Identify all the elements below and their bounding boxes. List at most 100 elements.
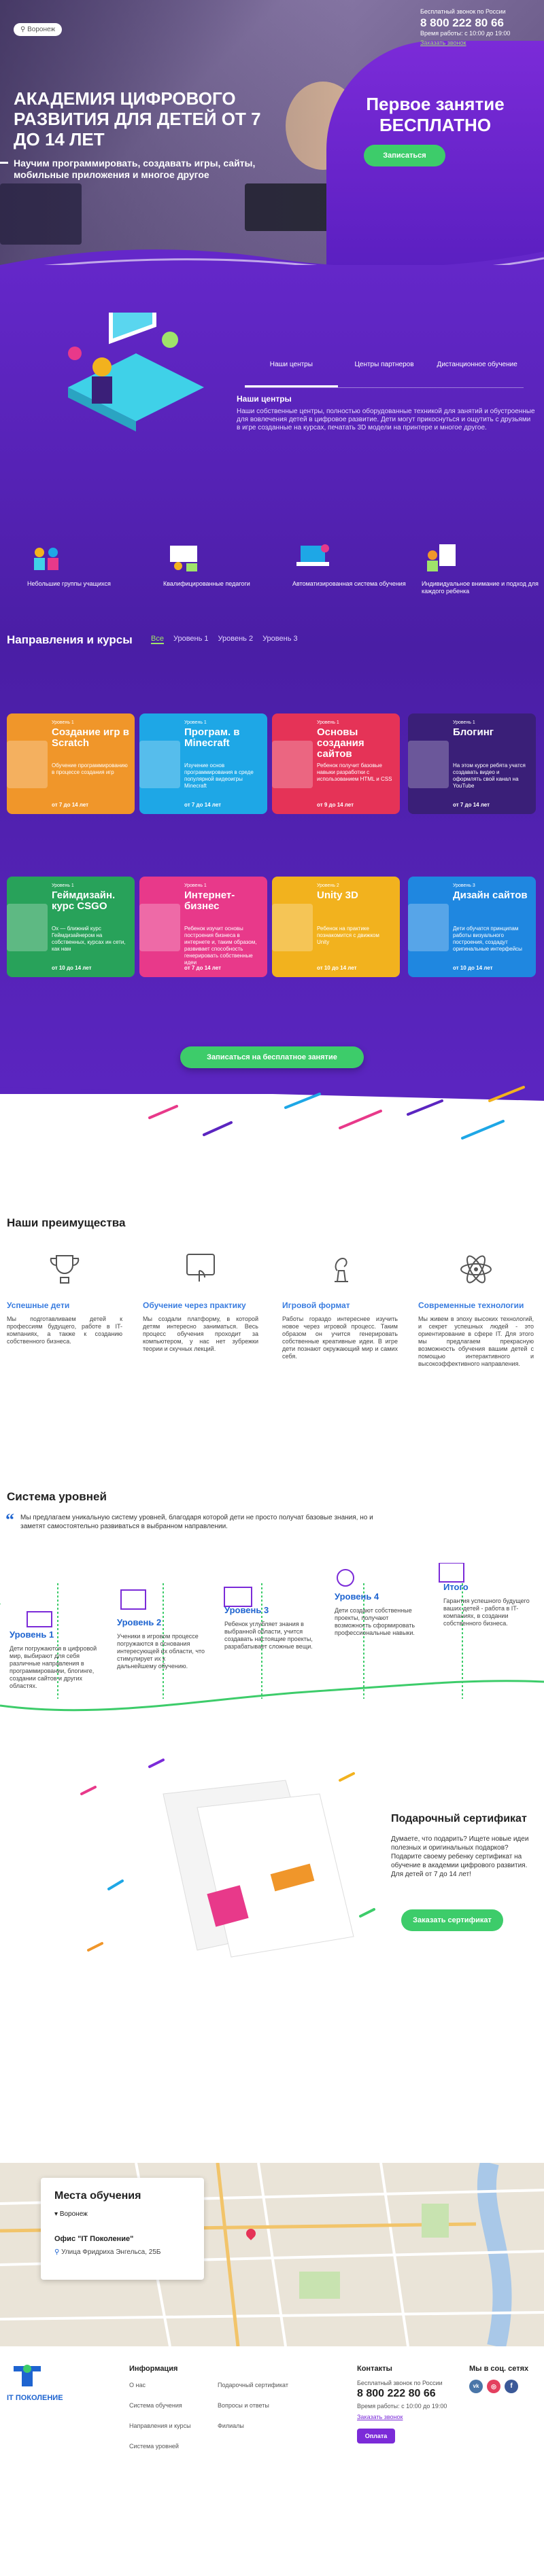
- free-call-label: Бесплатный звонок по России: [420, 8, 506, 15]
- course-level: Уровень 1: [52, 883, 74, 888]
- signup-button[interactable]: Записаться: [364, 145, 445, 166]
- level-step: Итого Гарантия успешного будущего ваших …: [443, 1582, 532, 1627]
- course-image: [408, 741, 449, 788]
- level-tab-2[interactable]: Уровень 2: [218, 635, 254, 644]
- trophy-icon: [50, 1255, 80, 1284]
- logo-icon: [14, 2365, 41, 2386]
- course-desc: Обучение программированию в процессе соз…: [52, 762, 128, 775]
- instagram-icon[interactable]: ◎: [487, 2380, 500, 2393]
- centers-tabs: Наши центры Центры партнеров Дистанционн…: [245, 357, 524, 388]
- footer-link[interactable]: Система уровней: [129, 2443, 179, 2450]
- footer-callback[interactable]: Заказать звонок: [357, 2414, 403, 2420]
- directions-bottom-divider: [0, 1080, 544, 1140]
- advantage-title: Современные технологии: [418, 1301, 524, 1310]
- facebook-icon[interactable]: f: [505, 2380, 518, 2393]
- course-card[interactable]: Уровень 1 Основы создания сайтов Ребенок п…: [272, 713, 400, 814]
- callback-link[interactable]: Заказать звонок: [420, 39, 510, 46]
- level-step-desc: Гарантия успешного будущего ваших детей …: [443, 1598, 530, 1627]
- footer-link[interactable]: Направления и курсы: [129, 2422, 191, 2429]
- laptop-icon: [296, 544, 329, 566]
- course-card[interactable]: Уровень 3 Дизайн сайтов Дети обучатся прин…: [408, 877, 536, 977]
- level-tab-3[interactable]: Уровень 3: [262, 635, 298, 644]
- course-level: Уровень 1: [453, 720, 475, 725]
- advantage-item: Успешные дети Мы подготавливаем детей к …: [7, 1250, 122, 1345]
- office-address: ⚲ Улица Фридриха Энгельса, 25Б: [54, 2248, 160, 2256]
- directions-section: [0, 646, 544, 1094]
- tab-our-centers[interactable]: Наши центры: [245, 357, 338, 387]
- tab-partner-centers[interactable]: Центры партнеров: [338, 357, 431, 387]
- course-card[interactable]: Уровень 1 Создание игр в Scratch Обучение …: [7, 713, 135, 814]
- advantage-title: Обучение через практику: [143, 1301, 246, 1310]
- course-desc: Ребенок на практике познакомится с движк…: [317, 925, 379, 945]
- level-step-desc: Дети создают собственные проекты, получа…: [335, 1607, 415, 1636]
- course-desc: Ребенок получит базовые навыки разработк…: [317, 762, 392, 782]
- footer-link[interactable]: О нас: [129, 2382, 146, 2388]
- hero-subtitle: Научим программировать, создавать игры, …: [0, 158, 258, 181]
- directions-heading: Направления и курсы: [7, 633, 133, 646]
- course-image: [272, 904, 313, 951]
- level-tab-1[interactable]: Уровень 1: [173, 635, 209, 644]
- free-lesson-button[interactable]: Записаться на бесплатное занятие: [180, 1046, 364, 1068]
- certificate-illustration: [80, 1759, 375, 1958]
- advantages-heading: Наши преимущества: [7, 1216, 126, 1229]
- pay-button[interactable]: Оплата: [357, 2429, 395, 2443]
- course-desc: Изучение основ программирования в среде …: [184, 762, 254, 789]
- course-card[interactable]: Уровень 1 Геймдизайн. курс CSGO Ох — ближн…: [7, 877, 135, 977]
- level-step: Уровень 1 Дети погружаются в цифровой ми…: [10, 1629, 98, 1690]
- feature-individual: Индивидуальное внимание и подход для каж…: [422, 540, 544, 595]
- quote-icon: “: [5, 1510, 14, 1530]
- course-level: Уровень 3: [453, 883, 475, 888]
- city-selector[interactable]: ⚲ Воронеж: [14, 23, 63, 36]
- course-image: [139, 741, 180, 788]
- course-card[interactable]: Уровень 1 Блогинг На этом курсе ребята уча…: [408, 713, 536, 814]
- course-image: [408, 904, 449, 951]
- course-level: Уровень 1: [184, 720, 207, 725]
- footer-phone[interactable]: 8 800 222 80 66: [357, 2388, 436, 2400]
- vk-icon[interactable]: vk: [469, 2380, 483, 2393]
- course-image: [139, 904, 180, 951]
- header-phone[interactable]: 8 800 222 80 66: [420, 16, 510, 30]
- levels-heading: Система уровней: [7, 1490, 107, 1503]
- level-step-title: Уровень 1: [10, 1629, 54, 1640]
- feature-small-groups: Небольшие группы учащихся: [27, 540, 150, 588]
- footer-social-heading: Мы в соц. сетях: [469, 2365, 529, 2373]
- level-tab-all[interactable]: Все: [151, 635, 164, 644]
- course-title: Основы создания сайтов: [317, 726, 364, 760]
- course-card[interactable]: Уровень 1 Програм. в Minecraft Изучение ос…: [139, 713, 267, 814]
- header-contacts: Бесплатный звонок по России 8 800 222 80…: [420, 8, 510, 46]
- advantage-title: Игровой формат: [282, 1301, 350, 1310]
- chess-icon: [335, 1257, 348, 1282]
- feature-text: Индивидуальное внимание и подход для каж…: [422, 580, 539, 595]
- course-card[interactable]: Уровень 2 Unity 3D Ребенок на практике поз…: [272, 877, 400, 977]
- course-age: от 10 до 14 лет: [453, 965, 493, 971]
- footer-info-heading: Информация: [129, 2365, 178, 2373]
- tab-distance[interactable]: Дистанционное обучение: [430, 357, 524, 387]
- order-certificate-button[interactable]: Заказать сертификат: [401, 1909, 503, 1931]
- advantage-title: Успешные дети: [7, 1301, 70, 1310]
- course-desc: На этом курсе ребята учатся создавать ви…: [453, 762, 526, 789]
- locations-heading: Места обучения: [54, 2190, 141, 2202]
- footer-link[interactable]: Филиалы: [218, 2422, 244, 2429]
- feature-automation: Автоматизированная система обучения: [292, 540, 415, 588]
- course-card[interactable]: Уровень 1 Интернет-бизнес Ребенок изучит о…: [139, 877, 267, 977]
- office-address-text: Улица Фридриха Энгельса, 25Б: [61, 2248, 161, 2256]
- footer-link[interactable]: Подарочный сертификат: [218, 2382, 288, 2388]
- footer-free-call: Бесплатный звонок по России: [357, 2380, 443, 2386]
- centers-heading: Наши центры: [237, 394, 292, 404]
- individual-icon: [427, 544, 456, 571]
- level-step: Уровень 2 Ученики в игровом процессе пог…: [117, 1617, 205, 1670]
- hero-offer-panel: Первое занятие БЕСПЛАТНО Записаться: [326, 41, 544, 272]
- locations-city[interactable]: ▾ Воронеж: [54, 2210, 88, 2218]
- course-level: Уровень 1: [184, 883, 207, 888]
- course-age: от 7 до 14 лет: [184, 802, 222, 808]
- footer-link[interactable]: Вопросы и ответы: [218, 2402, 269, 2409]
- level-tabs: Все Уровень 1 Уровень 2 Уровень 3: [151, 635, 298, 644]
- city-name: Воронеж: [27, 26, 56, 33]
- atom-icon: [460, 1255, 492, 1284]
- course-image: [7, 904, 48, 951]
- logo[interactable]: IT ПОКОЛЕНИЕ: [7, 2363, 63, 2404]
- social-icons: vk ◎ f: [469, 2380, 518, 2393]
- footer-link[interactable]: Система обучения: [129, 2402, 182, 2409]
- feature-text: Квалифицированные педагоги: [163, 580, 250, 587]
- course-image: [7, 741, 48, 788]
